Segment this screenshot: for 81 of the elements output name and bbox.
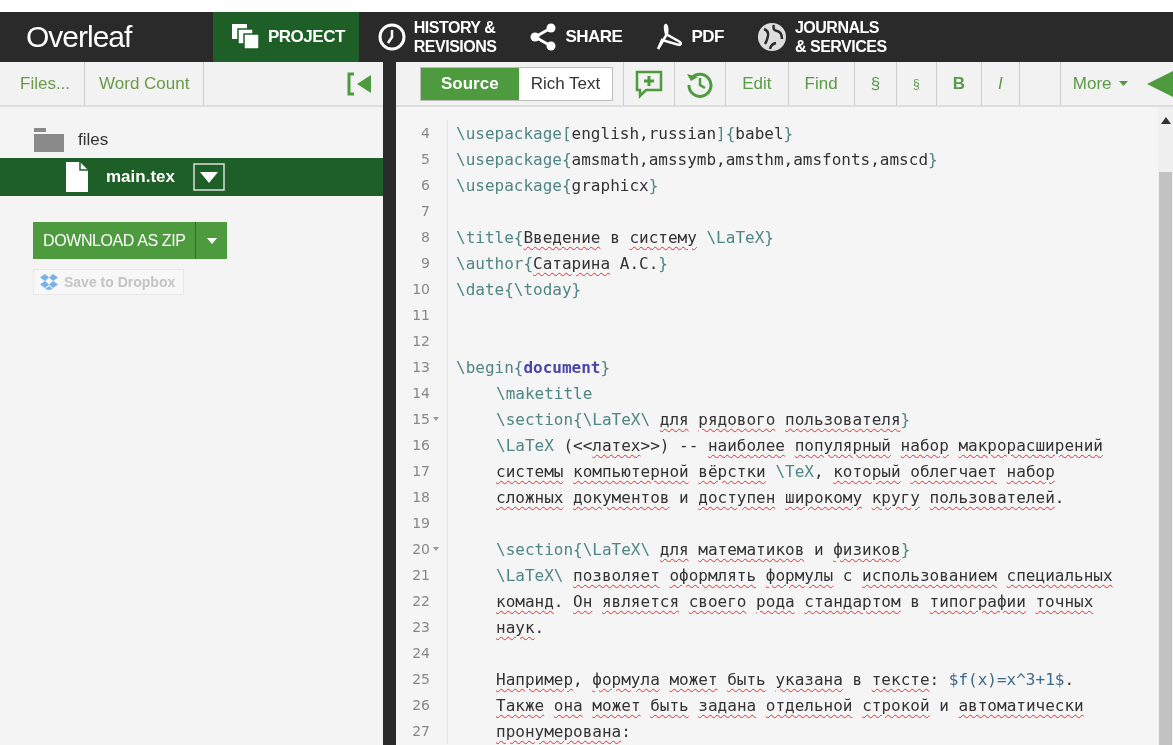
code-line: \date{\today} <box>455 279 582 299</box>
nav-tab[interactable]: SHARE <box>510 12 637 62</box>
code-line: \usepackage{graphicx} <box>455 175 659 195</box>
toolbar-button[interactable]: § <box>907 76 926 91</box>
toolbar-link[interactable]: Word Count <box>85 62 205 105</box>
fold-arrow-icon[interactable] <box>433 417 439 421</box>
nav-tab[interactable]: JOURNALS & SERVICES <box>737 12 901 62</box>
stacked-squares-icon <box>231 23 261 51</box>
line-number: 13 <box>412 359 430 375</box>
line-number: 4 <box>421 125 430 141</box>
pdf-icon <box>654 22 685 52</box>
code-line: \usepackage[english,russian]{babel} <box>455 123 794 143</box>
download-zip-button[interactable]: DOWNLOAD AS ZIP <box>33 222 196 259</box>
line-number: 9 <box>421 255 430 271</box>
code-line: Например, формула может быть указана в тексте: $f(x)=x^3+1$. <box>495 669 1075 689</box>
line-number: 24 <box>412 645 430 661</box>
download-options-button[interactable] <box>195 222 228 259</box>
line-number: 17 <box>412 463 430 479</box>
folder-item[interactable]: files <box>0 122 383 158</box>
code-line: \title{Введение в систему \LaTeX} <box>455 227 774 247</box>
toolbar-link[interactable]: Files... <box>0 62 86 105</box>
code-line: \section{\LaTeX\ для математиков и физиков} <box>495 539 911 559</box>
line-number: 22 <box>412 593 430 609</box>
code-line: сложных документов и доступен широкому кругу пользователей. <box>495 487 1065 507</box>
toolbar-button[interactable]: I <box>992 73 1009 94</box>
expand-panel-icon[interactable] <box>1147 70 1173 97</box>
code-line: \LaTeX (<<латех>>) -- наиболее популярный набор макрорасширений <box>495 435 1103 455</box>
nav-tab[interactable]: PDF <box>636 12 738 62</box>
toolbar-button[interactable]: § <box>864 73 887 94</box>
line-number: 12 <box>412 333 430 349</box>
dropbox-icon <box>40 274 58 290</box>
line-number: 7 <box>421 203 430 219</box>
scrollbar-thumb[interactable] <box>1159 172 1172 745</box>
editor-mode-tab[interactable]: Rich Text <box>518 67 613 100</box>
line-number: 10 <box>412 281 430 297</box>
line-number: 6 <box>421 177 430 193</box>
line-number: 5 <box>421 151 430 167</box>
add-comment-icon[interactable] <box>634 68 665 99</box>
line-number: 26 <box>412 697 430 713</box>
more-menu-button[interactable]: More <box>1070 73 1134 94</box>
line-number: 23 <box>412 619 430 635</box>
globe-icon <box>755 21 788 53</box>
code-line: пронумерована: <box>495 721 631 741</box>
editor-mode-tab[interactable]: Source <box>421 67 519 100</box>
fold-arrow-icon[interactable] <box>433 547 439 551</box>
code-line: наук. <box>495 617 545 637</box>
line-number: 21 <box>412 567 430 583</box>
caret-icon <box>1118 81 1128 86</box>
toolbar-button[interactable]: Find <box>798 73 844 94</box>
code-line: системы компьютерной вёрстки \TeX, который облегчает набор <box>495 461 1055 481</box>
code-line: \begin{document} <box>455 357 611 377</box>
toolbar-button[interactable]: B <box>946 73 972 94</box>
line-number: 19 <box>412 515 430 531</box>
dropdown-toggle-icon[interactable] <box>193 163 225 191</box>
line-number: 25 <box>412 671 430 687</box>
code-line: команд. Он является своего рода стандартом в типографии точных <box>495 591 1094 611</box>
code-line: \section{\LaTeX\ для рядового пользователя} <box>495 409 911 429</box>
line-number: 18 <box>412 489 430 505</box>
code-line: \maketitle <box>495 383 593 403</box>
toolbar-button[interactable]: Edit <box>736 73 778 94</box>
line-number: 15 <box>412 411 430 427</box>
line-number: 11 <box>412 307 430 323</box>
code-line: Также она может быть задана отдельной строкой и автоматически <box>495 695 1084 715</box>
collapse-panel-icon[interactable] <box>347 71 373 96</box>
line-number: 16 <box>412 437 430 453</box>
folder-icon <box>34 128 64 152</box>
code-line: \author{Сатарина А.С.} <box>455 253 668 273</box>
line-number: 27 <box>412 723 430 739</box>
file-icon <box>66 162 88 192</box>
clock-icon <box>376 22 407 52</box>
nav-tab[interactable]: PROJECT <box>213 12 359 62</box>
line-number: 8 <box>421 229 430 245</box>
overleaf-logo[interactable]: Overleaf <box>26 20 132 54</box>
line-number: 14 <box>412 385 430 401</box>
file-item[interactable]: main.tex <box>0 158 383 196</box>
scroll-up-arrow-icon[interactable] <box>1160 117 1171 124</box>
caret-icon <box>207 237 217 244</box>
nav-tab[interactable]: HISTORY & REVISIONS <box>358 12 511 62</box>
code-line: \LaTeX\ позволяет оформлять формулы с использованием специальных <box>495 565 1113 585</box>
line-number: 20 <box>412 541 430 557</box>
code-line: \usepackage{amsmath,amssymb,amsthm,amsfonts,amscd} <box>455 149 938 169</box>
